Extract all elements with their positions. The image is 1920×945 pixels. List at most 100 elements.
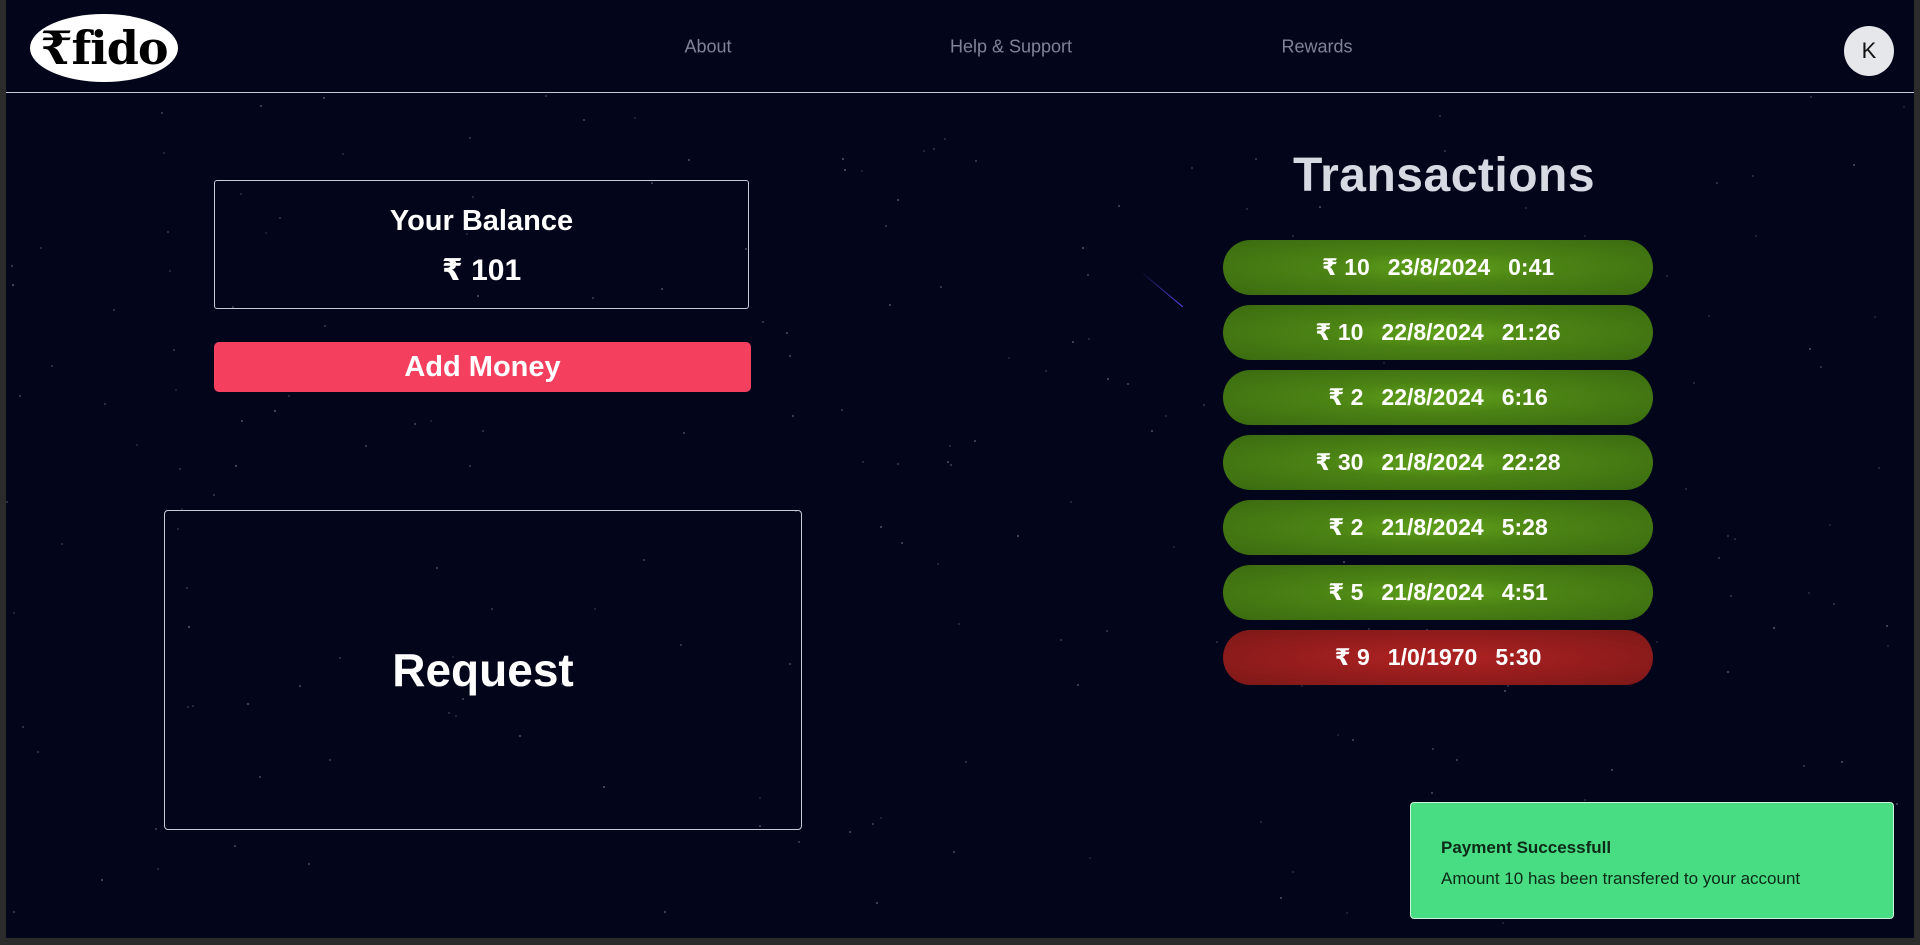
request-button[interactable]: Request — [164, 510, 802, 830]
transaction-time: 21:26 — [1501, 319, 1561, 345]
star-dot — [897, 463, 899, 465]
transaction-row: ₹ 5 21/8/2024 4:51 — [1223, 565, 1653, 620]
star-dot — [1118, 205, 1120, 207]
star-dot — [1584, 235, 1586, 237]
balance-card: Your Balance ₹ 101 — [214, 180, 749, 309]
star-dot — [1896, 803, 1898, 805]
transaction-amount: ₹ 2 — [1328, 514, 1364, 540]
star-dot — [1077, 684, 1079, 686]
star-dot — [1886, 625, 1888, 627]
star-dot — [876, 902, 878, 904]
balance-title: Your Balance — [389, 205, 574, 237]
nav-link-about[interactable]: About — [684, 37, 731, 58]
star-dot — [1727, 671, 1729, 673]
star-dot — [1087, 274, 1089, 276]
star-dot — [1292, 871, 1294, 873]
star-dot — [1070, 501, 1072, 503]
user-avatar[interactable]: K — [1844, 26, 1894, 76]
star-dot — [13, 612, 15, 614]
star-dot — [1346, 912, 1348, 914]
brand-logo[interactable]: ₹fido — [30, 14, 178, 82]
star-dot — [234, 845, 236, 847]
star-dot — [1165, 415, 1167, 417]
star-dot — [1089, 857, 1091, 859]
transaction-amount: ₹ 5 — [1328, 579, 1364, 605]
star-dot — [1337, 734, 1339, 736]
transaction-date: 22/8/2024 — [1381, 319, 1484, 345]
star-dot — [1319, 206, 1321, 208]
star-dot — [157, 868, 159, 870]
star-dot — [889, 304, 891, 306]
star-dot — [974, 440, 976, 442]
transactions-title: Transactions — [1292, 149, 1596, 202]
payment-success-toast[interactable]: Payment Successfull Amount 10 has been t… — [1410, 802, 1894, 919]
star-dot — [260, 105, 262, 107]
star-dot — [1173, 546, 1175, 548]
star-dot — [1151, 430, 1153, 432]
star-dot — [1810, 96, 1812, 98]
nav-link-help-support[interactable]: Help & Support — [950, 37, 1072, 58]
star-dot — [13, 911, 15, 913]
star-dot — [1853, 164, 1855, 166]
transaction-row: ₹ 2 21/8/2024 5:28 — [1223, 500, 1653, 555]
star-dot — [947, 461, 949, 463]
star-dot — [861, 170, 863, 172]
star-dot — [51, 365, 53, 367]
star-dot — [953, 851, 955, 853]
star-dot — [664, 911, 666, 913]
star-dot — [940, 286, 942, 288]
transaction-time: 6:16 — [1501, 384, 1548, 410]
star-dot — [288, 395, 290, 397]
star-dot — [634, 117, 636, 119]
star-dot — [842, 158, 844, 160]
star-dot — [1833, 603, 1835, 605]
star-dot — [1611, 769, 1613, 771]
transaction-date: 21/8/2024 — [1381, 579, 1484, 605]
star-dot — [923, 150, 925, 152]
star-dot — [1525, 207, 1527, 209]
star-dot — [342, 153, 344, 155]
star-dot — [469, 465, 471, 467]
star-dot — [1106, 630, 1108, 632]
transaction-amount: ₹ 2 — [1328, 384, 1364, 410]
star-dot — [1456, 759, 1458, 761]
star-dot — [1260, 821, 1262, 823]
star-dot — [1718, 557, 1720, 559]
star-dot — [792, 415, 794, 417]
star-dot — [1820, 366, 1822, 368]
star-dot — [1730, 595, 1732, 597]
star-dot — [179, 468, 181, 470]
star-dot — [1878, 467, 1880, 469]
star-dot — [1352, 739, 1354, 741]
transaction-amount: ₹ 10 — [1315, 319, 1364, 345]
star-dot — [155, 828, 157, 830]
star-dot — [944, 138, 946, 140]
nav-link-rewards[interactable]: Rewards — [1281, 37, 1352, 58]
request-label: Request — [392, 644, 574, 696]
transaction-amount: ₹ 9 — [1334, 644, 1370, 670]
add-money-button[interactable]: Add Money — [214, 342, 751, 392]
transaction-row-failed: ₹ 9 1/0/1970 5:30 — [1223, 630, 1653, 685]
star-dot — [1584, 799, 1586, 801]
star-dot — [885, 225, 887, 227]
star-dot — [163, 152, 165, 154]
star-dot — [1432, 748, 1434, 750]
star-dot — [161, 112, 163, 114]
star-dot — [430, 420, 432, 422]
star-dot — [789, 355, 791, 357]
star-dot — [1685, 488, 1687, 490]
star-dot — [1431, 792, 1433, 794]
transaction-time: 4:51 — [1501, 579, 1548, 605]
star-dot — [173, 349, 175, 351]
star-dot — [683, 432, 685, 434]
star-dot — [880, 526, 882, 528]
star-dot — [1203, 404, 1205, 406]
star-dot — [1808, 592, 1810, 594]
star-dot — [1246, 208, 1248, 210]
star-dot — [880, 817, 882, 819]
star-dot — [975, 160, 977, 162]
star-dot — [1887, 645, 1889, 647]
star-dot — [1082, 247, 1084, 249]
star-dot — [958, 623, 960, 625]
transaction-date: 21/8/2024 — [1381, 449, 1484, 475]
